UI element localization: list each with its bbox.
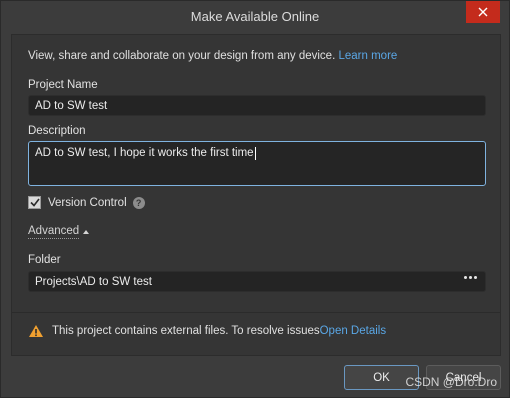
folder-value: Projects\AD to SW test	[35, 275, 152, 288]
close-icon	[478, 7, 488, 17]
intro-sentence: View, share and collaborate on your desi…	[28, 50, 339, 62]
ellipsis-dot	[464, 276, 467, 279]
description-field[interactable]: AD to SW test, I hope it works the first…	[28, 141, 486, 186]
intro-text: View, share and collaborate on your desi…	[28, 50, 397, 62]
advanced-label: Advanced	[28, 225, 80, 239]
description-label: Description	[28, 125, 86, 137]
folder-label: Folder	[28, 254, 61, 266]
ellipsis-dot	[474, 276, 477, 279]
browse-folder-button[interactable]	[464, 276, 477, 279]
help-icon[interactable]: ?	[132, 196, 145, 209]
make-available-online-dialog: Make Available Online View, share and co…	[0, 0, 510, 398]
description-value: AD to SW test, I hope it works the first…	[35, 147, 254, 159]
dialog-title: Make Available Online	[190, 9, 320, 24]
version-control-checkbox[interactable]	[28, 196, 41, 209]
learn-more-link[interactable]: Learn more	[338, 50, 397, 62]
watermark-text: CSDN @Dro.Dro	[405, 375, 497, 389]
ellipsis-dot	[469, 276, 472, 279]
version-control-row: Version Control ?	[28, 196, 145, 209]
project-name-label: Project Name	[28, 79, 98, 91]
content-panel: View, share and collaborate on your desi…	[11, 34, 501, 356]
open-details-link[interactable]: Open Details	[320, 325, 386, 337]
checkmark-icon	[29, 198, 40, 207]
advanced-toggle[interactable]: Advanced	[28, 225, 90, 239]
text-caret	[254, 147, 256, 160]
divider	[12, 312, 500, 313]
warning-text: This project contains external files. To…	[52, 325, 320, 337]
close-button[interactable]	[466, 1, 500, 23]
version-control-label[interactable]: Version Control	[48, 197, 127, 209]
folder-field[interactable]: Projects\AD to SW test	[28, 271, 486, 292]
project-name-value: AD to SW test	[35, 99, 108, 112]
warning-icon	[29, 325, 43, 337]
title-bar[interactable]: Make Available Online	[1, 1, 509, 32]
project-name-field[interactable]: AD to SW test	[28, 95, 486, 116]
warning-message: This project contains external files. To…	[28, 324, 386, 338]
chevron-up-icon	[83, 230, 90, 234]
